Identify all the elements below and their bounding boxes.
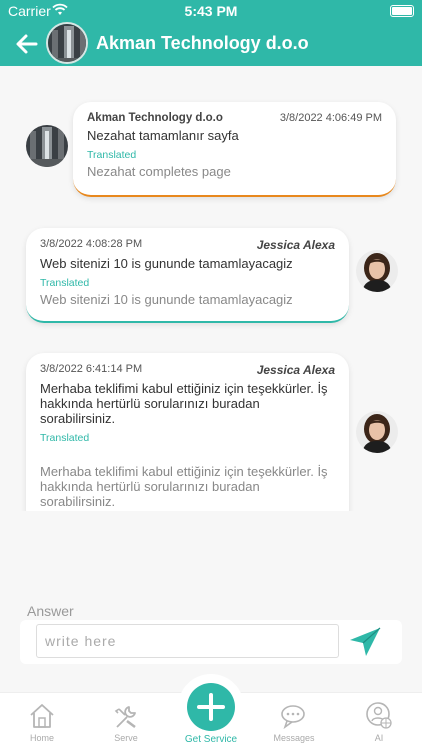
message-input[interactable] bbox=[36, 624, 339, 658]
message-bubble: 3/8/2022 4:08:28 PM Jessica Alexa Web si… bbox=[26, 228, 349, 323]
message-timestamp: 3/8/2022 4:06:49 PM bbox=[279, 112, 382, 124]
tab-messages[interactable]: Messages bbox=[259, 701, 329, 743]
ai-globe-icon bbox=[366, 702, 392, 729]
send-icon[interactable] bbox=[348, 626, 382, 658]
message-bubble: Akman Technology d.o.o 3/8/2022 4:06:49 … bbox=[73, 102, 396, 197]
company-avatar bbox=[26, 125, 68, 167]
message-text: Web sitenizi 10 is gununde tamamlayacagi… bbox=[40, 256, 293, 271]
company-avatar bbox=[46, 22, 88, 64]
clock: 5:43 PM bbox=[184, 3, 238, 19]
translated-text: Merhaba teklifimi kabul ettiğiniz için t… bbox=[40, 464, 328, 509]
translated-label: Translated bbox=[87, 149, 137, 161]
message-text: Nezahat tamamlanır sayfa bbox=[87, 128, 239, 143]
tab-label-get-service: Get Service bbox=[184, 734, 238, 745]
tab-serve[interactable]: Serve bbox=[91, 701, 161, 743]
arrow-left-icon[interactable] bbox=[12, 29, 42, 59]
message-meta: Akman Technology d.o.o 3/8/2022 4:06:49 … bbox=[87, 112, 382, 124]
message-text: Merhaba teklifimi kabul ettiğiniz için t… bbox=[40, 381, 328, 426]
fab-circle[interactable] bbox=[187, 683, 235, 731]
plus-icon bbox=[197, 693, 225, 721]
message-meta: 3/8/2022 4:08:28 PM Jessica Alexa bbox=[40, 238, 335, 252]
home-icon bbox=[30, 704, 54, 728]
user-avatar bbox=[356, 250, 398, 292]
translated-label: Translated bbox=[40, 432, 90, 444]
serve-icon bbox=[114, 706, 136, 728]
messages-icon bbox=[281, 705, 305, 730]
battery-icon bbox=[390, 5, 414, 17]
translated-text: Nezahat completes page bbox=[87, 164, 231, 179]
tab-label: AI bbox=[374, 733, 384, 743]
sender-name: Jessica Alexa bbox=[256, 363, 335, 377]
tab-home[interactable]: Home bbox=[7, 701, 77, 743]
page-title: Akman Technology d.o.o bbox=[96, 33, 309, 53]
tab-ai[interactable]: AI bbox=[344, 701, 414, 743]
answer-label: Answer bbox=[27, 603, 74, 619]
sender-name: Akman Technology d.o.o bbox=[87, 112, 223, 124]
answer-composer bbox=[20, 620, 402, 664]
translated-label: Translated bbox=[40, 277, 90, 289]
message-meta: 3/8/2022 6:41:14 PM Jessica Alexa bbox=[40, 363, 335, 377]
translated-text: Web sitenizi 10 is gununde tamamlayacagi… bbox=[40, 292, 293, 307]
tab-label: Home bbox=[29, 733, 54, 743]
message-timestamp: 3/8/2022 4:08:28 PM bbox=[40, 238, 143, 250]
tab-label: Messages bbox=[273, 733, 315, 743]
status-bar: Carrier 5:43 PM bbox=[0, 0, 422, 22]
message-timestamp: 3/8/2022 6:41:14 PM bbox=[40, 363, 143, 375]
get-service-button[interactable] bbox=[178, 674, 244, 740]
message-list[interactable]: Akman Technology d.o.o 3/8/2022 4:06:49 … bbox=[0, 66, 422, 511]
tab-label: Serve bbox=[114, 733, 138, 743]
user-avatar bbox=[356, 411, 398, 453]
chat-header: Akman Technology d.o.o bbox=[0, 22, 422, 66]
message-bubble: 3/8/2022 6:41:14 PM Jessica Alexa Merhab… bbox=[26, 353, 349, 511]
sender-name: Jessica Alexa bbox=[256, 238, 335, 252]
